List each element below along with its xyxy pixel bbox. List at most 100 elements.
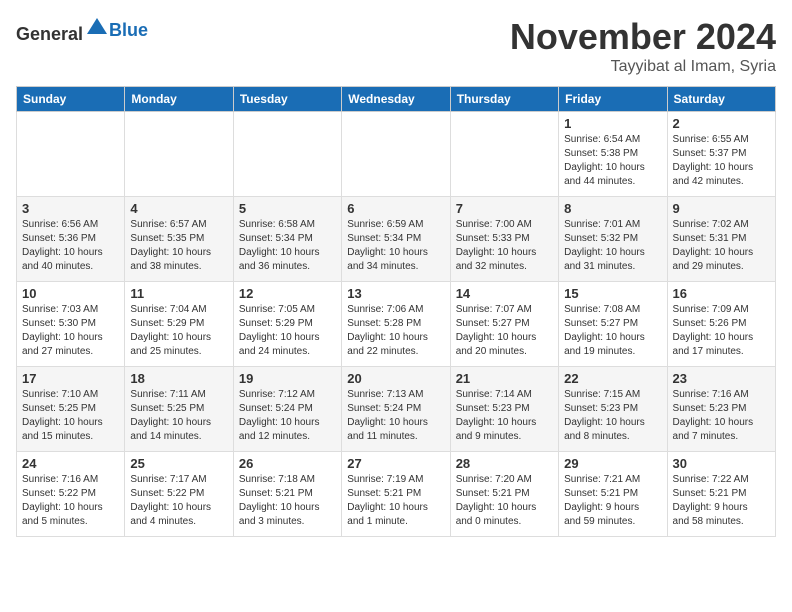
calendar-day-cell: 25Sunrise: 7:17 AM Sunset: 5:22 PM Dayli… bbox=[125, 452, 233, 537]
day-number: 27 bbox=[347, 456, 444, 471]
day-info: Sunrise: 7:20 AM Sunset: 5:21 PM Dayligh… bbox=[456, 473, 553, 529]
calendar-day-cell: 4Sunrise: 6:57 AM Sunset: 5:35 PM Daylig… bbox=[125, 197, 233, 282]
day-info: Sunrise: 6:55 AM Sunset: 5:37 PM Dayligh… bbox=[673, 133, 770, 189]
calendar-week-row: 17 Sunrise: 7:10 AM Sunset: 5:25 PM Dayli… bbox=[17, 367, 776, 452]
day-info: Sunrise: 7:14 AM Sunset: 5:23 PM Dayligh… bbox=[456, 388, 553, 444]
day-info: Sunrise: 7:09 AM Sunset: 5:26 PM Dayligh… bbox=[673, 303, 770, 359]
calendar-day-cell: 10Sunrise: 7:03 AM Sunset: 5:30 PM Dayli… bbox=[17, 282, 125, 367]
day-info: Sunrise: 7:00 AM Sunset: 5:33 PM Dayligh… bbox=[456, 218, 553, 274]
day-number: 18 bbox=[130, 371, 227, 386]
calendar-day-cell: 12 Sunrise: 7:05 AM Sunset: 5:29 PM Dayli… bbox=[233, 282, 341, 367]
weekday-header-cell: Tuesday bbox=[233, 87, 341, 112]
weekday-header-row: SundayMondayTuesdayWednesdayThursdayFrid… bbox=[17, 87, 776, 112]
calendar-day-cell: 16 Sunrise: 7:09 AM Sunset: 5:26 PM Dayli… bbox=[667, 282, 775, 367]
weekday-header-cell: Friday bbox=[559, 87, 667, 112]
calendar-day-cell: 14Sunrise: 7:07 AM Sunset: 5:27 PM Dayli… bbox=[450, 282, 558, 367]
calendar-day-cell: 3Sunrise: 6:56 AM Sunset: 5:36 PM Daylig… bbox=[17, 197, 125, 282]
calendar-day-cell: 21Sunrise: 7:14 AM Sunset: 5:23 PM Dayli… bbox=[450, 367, 558, 452]
day-info: Sunrise: 7:13 AM Sunset: 5:24 PM Dayligh… bbox=[347, 388, 444, 444]
calendar-day-cell: 18Sunrise: 7:11 AM Sunset: 5:25 PM Dayli… bbox=[125, 367, 233, 452]
calendar-day-cell: 28 Sunrise: 7:20 AM Sunset: 5:21 PM Dayli… bbox=[450, 452, 558, 537]
day-info: Sunrise: 7:05 AM Sunset: 5:29 PM Dayligh… bbox=[239, 303, 336, 359]
day-number: 25 bbox=[130, 456, 227, 471]
day-info: Sunrise: 7:02 AM Sunset: 5:31 PM Dayligh… bbox=[673, 218, 770, 274]
day-number: 5 bbox=[239, 201, 336, 216]
month-title: November 2024 bbox=[510, 16, 776, 58]
logo-general: General bbox=[16, 24, 83, 44]
day-number: 13 bbox=[347, 286, 444, 301]
day-number: 1 bbox=[564, 116, 661, 131]
calendar-day-cell: 23 Sunrise: 7:16 AM Sunset: 5:23 PM Dayli… bbox=[667, 367, 775, 452]
calendar-week-row: 10Sunrise: 7:03 AM Sunset: 5:30 PM Dayli… bbox=[17, 282, 776, 367]
day-number: 20 bbox=[347, 371, 444, 386]
calendar-day-cell: 11Sunrise: 7:04 AM Sunset: 5:29 PM Dayli… bbox=[125, 282, 233, 367]
logo-blue: Blue bbox=[109, 20, 148, 40]
calendar-day-cell: 26Sunrise: 7:18 AM Sunset: 5:21 PM Dayli… bbox=[233, 452, 341, 537]
calendar-day-cell: 27Sunrise: 7:19 AM Sunset: 5:21 PM Dayli… bbox=[342, 452, 450, 537]
day-number: 30 bbox=[673, 456, 770, 471]
calendar-day-cell: 15Sunrise: 7:08 AM Sunset: 5:27 PM Dayli… bbox=[559, 282, 667, 367]
day-number: 26 bbox=[239, 456, 336, 471]
day-number: 16 bbox=[673, 286, 770, 301]
logo-icon bbox=[85, 16, 109, 40]
day-number: 19 bbox=[239, 371, 336, 386]
day-info: Sunrise: 7:15 AM Sunset: 5:23 PM Dayligh… bbox=[564, 388, 661, 444]
weekday-header-cell: Monday bbox=[125, 87, 233, 112]
calendar-day-cell: 13 Sunrise: 7:06 AM Sunset: 5:28 PM Dayli… bbox=[342, 282, 450, 367]
weekday-header-cell: Thursday bbox=[450, 87, 558, 112]
calendar-day-cell bbox=[125, 112, 233, 197]
calendar-day-cell: 7 Sunrise: 7:00 AM Sunset: 5:33 PM Daylig… bbox=[450, 197, 558, 282]
day-info: Sunrise: 6:54 AM Sunset: 5:38 PM Dayligh… bbox=[564, 133, 661, 189]
day-number: 7 bbox=[456, 201, 553, 216]
day-info: Sunrise: 7:16 AM Sunset: 5:23 PM Dayligh… bbox=[673, 388, 770, 444]
weekday-header-cell: Sunday bbox=[17, 87, 125, 112]
calendar-week-row: 1 Sunrise: 6:54 AM Sunset: 5:38 PM Daylig… bbox=[17, 112, 776, 197]
day-info: Sunrise: 7:16 AM Sunset: 5:22 PM Dayligh… bbox=[22, 473, 119, 529]
calendar-day-cell: 24Sunrise: 7:16 AM Sunset: 5:22 PM Dayli… bbox=[17, 452, 125, 537]
day-number: 2 bbox=[673, 116, 770, 131]
calendar-body: 1 Sunrise: 6:54 AM Sunset: 5:38 PM Daylig… bbox=[17, 112, 776, 537]
day-number: 11 bbox=[130, 286, 227, 301]
weekday-header-cell: Saturday bbox=[667, 87, 775, 112]
location-title: Tayyibat al Imam, Syria bbox=[510, 58, 776, 76]
day-info: Sunrise: 6:58 AM Sunset: 5:34 PM Dayligh… bbox=[239, 218, 336, 274]
day-number: 17 bbox=[22, 371, 119, 386]
day-info: Sunrise: 6:59 AM Sunset: 5:34 PM Dayligh… bbox=[347, 218, 444, 274]
logo: General Blue bbox=[16, 16, 148, 45]
weekday-header-cell: Wednesday bbox=[342, 87, 450, 112]
day-info: Sunrise: 6:57 AM Sunset: 5:35 PM Dayligh… bbox=[130, 218, 227, 274]
calendar-day-cell: 8 Sunrise: 7:01 AM Sunset: 5:32 PM Daylig… bbox=[559, 197, 667, 282]
day-number: 22 bbox=[564, 371, 661, 386]
day-number: 8 bbox=[564, 201, 661, 216]
calendar-table: SundayMondayTuesdayWednesdayThursdayFrid… bbox=[16, 86, 776, 537]
calendar-day-cell: 6 Sunrise: 6:59 AM Sunset: 5:34 PM Daylig… bbox=[342, 197, 450, 282]
day-number: 12 bbox=[239, 286, 336, 301]
calendar-day-cell bbox=[17, 112, 125, 197]
calendar-week-row: 24Sunrise: 7:16 AM Sunset: 5:22 PM Dayli… bbox=[17, 452, 776, 537]
day-info: Sunrise: 7:06 AM Sunset: 5:28 PM Dayligh… bbox=[347, 303, 444, 359]
day-info: Sunrise: 7:21 AM Sunset: 5:21 PM Dayligh… bbox=[564, 473, 661, 529]
day-number: 23 bbox=[673, 371, 770, 386]
day-number: 6 bbox=[347, 201, 444, 216]
calendar-day-cell: 1 Sunrise: 6:54 AM Sunset: 5:38 PM Daylig… bbox=[559, 112, 667, 197]
day-info: Sunrise: 7:12 AM Sunset: 5:24 PM Dayligh… bbox=[239, 388, 336, 444]
calendar-day-cell: 9Sunrise: 7:02 AM Sunset: 5:31 PM Daylig… bbox=[667, 197, 775, 282]
calendar-day-cell bbox=[233, 112, 341, 197]
day-info: Sunrise: 7:03 AM Sunset: 5:30 PM Dayligh… bbox=[22, 303, 119, 359]
title-block: November 2024 Tayyibat al Imam, Syria bbox=[510, 16, 776, 76]
calendar-day-cell: 22 Sunrise: 7:15 AM Sunset: 5:23 PM Dayli… bbox=[559, 367, 667, 452]
calendar-day-cell: 19 Sunrise: 7:12 AM Sunset: 5:24 PM Dayli… bbox=[233, 367, 341, 452]
calendar-day-cell: 5 Sunrise: 6:58 AM Sunset: 5:34 PM Daylig… bbox=[233, 197, 341, 282]
day-info: Sunrise: 7:10 AM Sunset: 5:25 PM Dayligh… bbox=[22, 388, 119, 444]
calendar-day-cell: 30 Sunrise: 7:22 AM Sunset: 5:21 PM Dayli… bbox=[667, 452, 775, 537]
calendar-day-cell: 20 Sunrise: 7:13 AM Sunset: 5:24 PM Dayli… bbox=[342, 367, 450, 452]
calendar-week-row: 3Sunrise: 6:56 AM Sunset: 5:36 PM Daylig… bbox=[17, 197, 776, 282]
calendar-day-cell: 2 Sunrise: 6:55 AM Sunset: 5:37 PM Daylig… bbox=[667, 112, 775, 197]
calendar-day-cell bbox=[342, 112, 450, 197]
day-number: 28 bbox=[456, 456, 553, 471]
calendar-day-cell bbox=[450, 112, 558, 197]
day-info: Sunrise: 7:01 AM Sunset: 5:32 PM Dayligh… bbox=[564, 218, 661, 274]
day-info: Sunrise: 6:56 AM Sunset: 5:36 PM Dayligh… bbox=[22, 218, 119, 274]
day-info: Sunrise: 7:22 AM Sunset: 5:21 PM Dayligh… bbox=[673, 473, 770, 529]
day-info: Sunrise: 7:08 AM Sunset: 5:27 PM Dayligh… bbox=[564, 303, 661, 359]
